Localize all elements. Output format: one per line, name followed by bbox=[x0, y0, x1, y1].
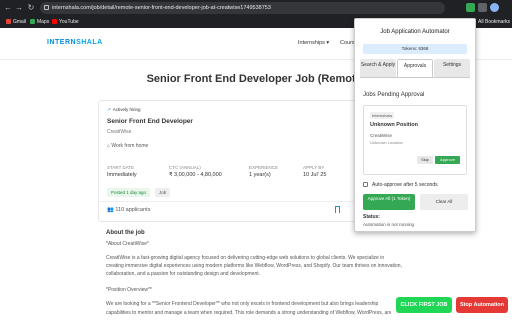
work-location: ⌂ Work from home bbox=[107, 143, 149, 149]
lock-icon bbox=[44, 5, 49, 10]
stat-label-start: START DATE bbox=[107, 165, 135, 170]
actively-hiring-badge: ↗ Actively hiring bbox=[107, 107, 141, 112]
stat-label-apply-by: APPLY BY bbox=[303, 165, 325, 170]
about-line: We are looking for a **Senior Frontend D… bbox=[106, 301, 379, 307]
gmail-icon bbox=[6, 19, 11, 24]
extensions-puzzle-icon[interactable] bbox=[478, 3, 487, 12]
nav-internships[interactable]: Internships ▾ bbox=[298, 40, 329, 46]
stat-value-experience: 1 year(s) bbox=[249, 172, 271, 178]
company-name[interactable]: CreatiWise bbox=[107, 129, 131, 135]
people-icon: 👥 bbox=[107, 207, 114, 213]
tab-divider bbox=[360, 77, 470, 78]
auto-approve-checkbox[interactable] bbox=[363, 182, 368, 187]
nav-courses[interactable]: Cours bbox=[340, 40, 355, 46]
position-overview-heading: *Position Overview** bbox=[106, 287, 152, 293]
posted-badge: Posted 1 day ago bbox=[107, 188, 151, 197]
about-line: capabilities to mentor and manage a team… bbox=[106, 310, 391, 316]
job-role: Senior Front End Developer bbox=[107, 118, 193, 125]
trend-icon: ↗ bbox=[107, 107, 111, 112]
status-title: Status: bbox=[363, 214, 380, 220]
stat-value-ctc: ₹ 3,00,000 - 4,80,000 bbox=[169, 172, 222, 178]
about-line: collaboration, and a passion for outstan… bbox=[106, 271, 260, 277]
bookmark-maps[interactable]: Maps bbox=[30, 17, 49, 27]
stat-label-experience: EXPERIENCE bbox=[249, 165, 279, 170]
address-bar[interactable]: internshala.com/job/detail/remote-senior… bbox=[40, 2, 445, 14]
stat-value-apply-by: 10 Jul' 25 bbox=[303, 172, 327, 178]
url-text: internshala.com/job/detail/remote-senior… bbox=[52, 5, 271, 11]
about-title: About the job bbox=[106, 230, 145, 236]
profile-avatar[interactable] bbox=[490, 3, 499, 12]
popup-title: Job Application Automator bbox=[380, 29, 450, 35]
status-text: Automation is not running bbox=[363, 222, 415, 227]
tab-search-apply[interactable]: Search & Apply bbox=[360, 59, 396, 77]
back-icon[interactable]: ← bbox=[3, 3, 13, 13]
tab-approvals[interactable]: Approvals bbox=[397, 59, 433, 77]
reload-icon[interactable]: ↻ bbox=[26, 3, 36, 13]
stat-label-ctc: CTC (ANNUAL) bbox=[169, 165, 201, 170]
extension-popup: Job Application Automator Tokens: 9368 S… bbox=[354, 18, 476, 232]
maps-icon bbox=[30, 19, 35, 24]
job-type-tag: Job bbox=[155, 188, 171, 197]
youtube-icon bbox=[52, 19, 57, 24]
divider bbox=[99, 201, 379, 202]
pending-position: Unknown Position bbox=[370, 122, 418, 128]
bookmark-gmail[interactable]: Gmail bbox=[6, 17, 26, 27]
internshala-logo[interactable]: INTERNSHALA bbox=[47, 39, 103, 46]
tokens-display: Tokens: 9368 bbox=[363, 44, 467, 54]
approve-button[interactable]: Approve bbox=[435, 156, 460, 164]
bookmark-youtube[interactable]: YouTube bbox=[52, 17, 79, 27]
approve-all-button[interactable]: Approve All (1 Token) bbox=[363, 194, 415, 210]
source-badge: Internshala bbox=[370, 112, 394, 119]
skip-button[interactable]: Skip bbox=[417, 156, 433, 164]
pending-location: Unknown Location bbox=[370, 140, 403, 145]
clear-all-button[interactable]: Clear All bbox=[420, 194, 468, 210]
pending-company: CreatiWise bbox=[370, 133, 393, 138]
pending-title: Jobs Pending Approval bbox=[363, 92, 425, 98]
tab-settings[interactable]: Settings bbox=[434, 59, 470, 77]
extension-icon[interactable] bbox=[466, 3, 475, 12]
bookmark-icon[interactable] bbox=[335, 206, 340, 213]
home-icon: ⌂ bbox=[107, 143, 111, 149]
forward-icon[interactable]: → bbox=[14, 3, 24, 13]
all-bookmarks[interactable]: All Bookmarks bbox=[478, 17, 510, 27]
pending-job-card: Internshala Unknown Position CreatiWise … bbox=[363, 105, 467, 175]
job-card: ↗ Actively hiring Senior Front End Develo… bbox=[98, 100, 380, 222]
about-heading: *About CreatiWise* bbox=[106, 241, 149, 247]
stop-automation-button[interactable]: Stop Automation bbox=[456, 297, 508, 313]
auto-approve-label: Auto-approve after 5 seconds bbox=[372, 182, 438, 188]
applicants-count: 👥 110 applicants bbox=[107, 207, 151, 213]
stat-value-start: Immediately bbox=[107, 172, 137, 178]
click-first-job-button[interactable]: CLICK FIRST JOB bbox=[396, 297, 452, 313]
